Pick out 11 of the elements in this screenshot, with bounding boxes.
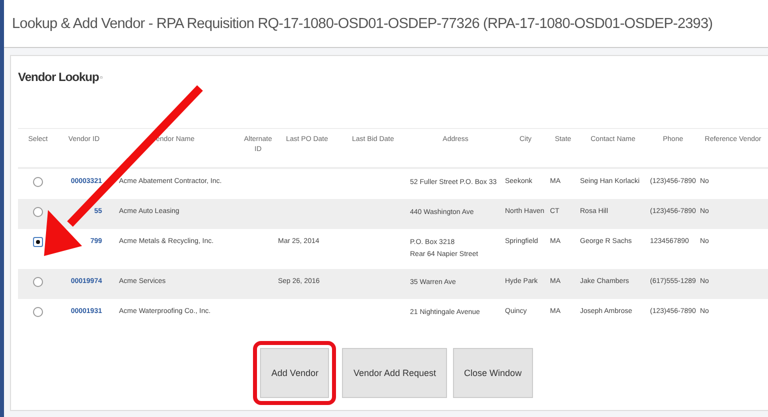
section-title: Vendor Lookup: [18, 70, 99, 84]
button[interactable]: Add Vendor: [260, 348, 330, 398]
window-title: Lookup & Add Vendor - RPA Requisition RQ-17-1080-OSD01-OSDEP-77326 (RPA-17-1080-OSD01-OSDEP-2393): [12, 16, 713, 32]
radio-button[interactable]: [33, 307, 43, 317]
radio-button[interactable]: [33, 277, 43, 287]
collapse-icon[interactable]: ▫: [100, 72, 103, 82]
radio-button[interactable]: [33, 207, 43, 217]
radio-button[interactable]: [33, 177, 43, 187]
radio-button[interactable]: [33, 237, 43, 247]
button[interactable]: Vendor Add Request: [342, 348, 448, 398]
button[interactable]: Close Window: [453, 348, 533, 398]
